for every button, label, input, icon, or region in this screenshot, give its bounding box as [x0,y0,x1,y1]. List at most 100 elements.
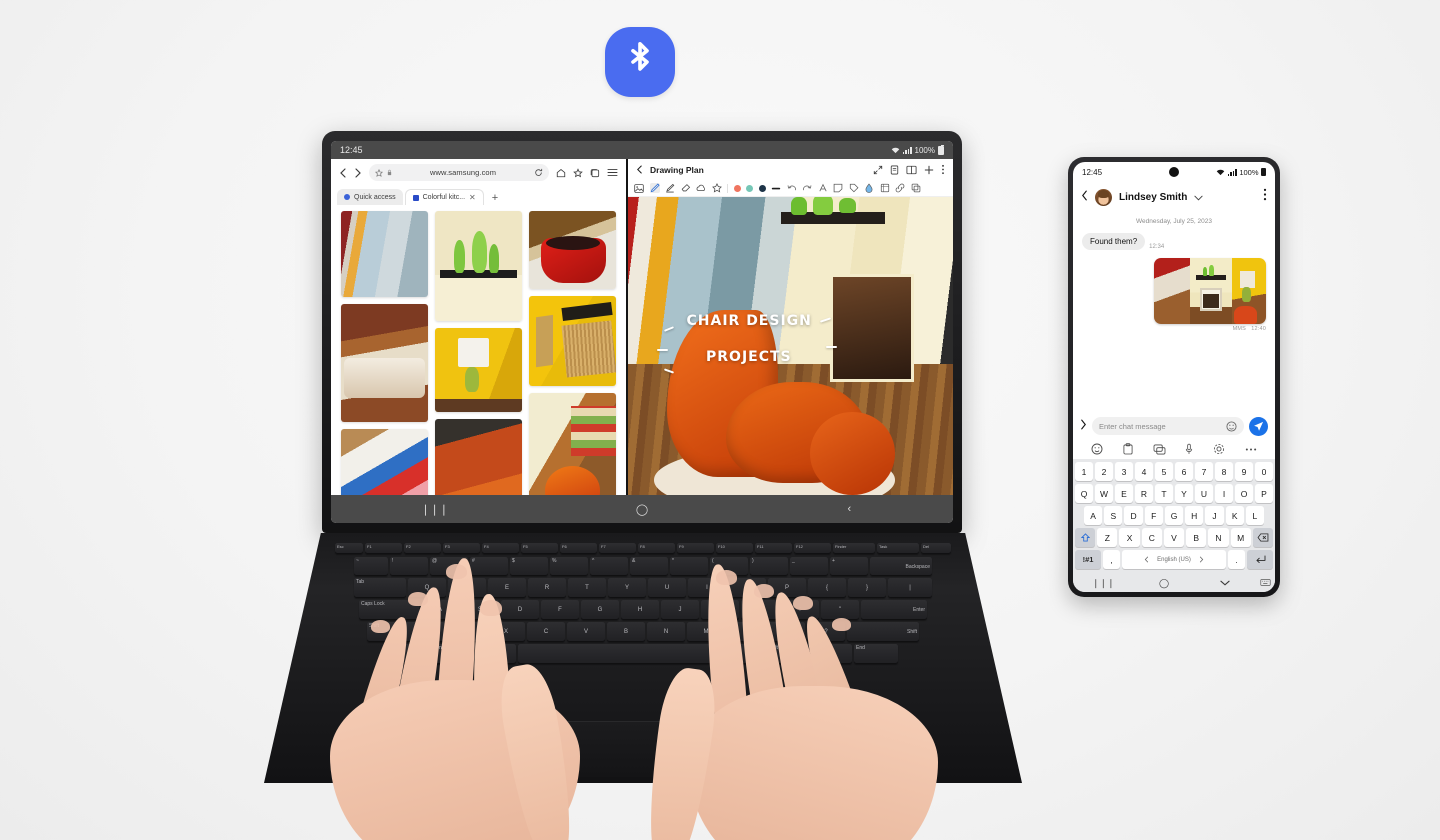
key-period[interactable]: . [1228,550,1245,569]
key-esc[interactable]: Esc [335,543,363,554]
key-f1[interactable]: F1 [365,543,402,554]
key-f8[interactable]: F8 [638,543,675,554]
expand-input-icon[interactable] [1080,417,1087,435]
color-swatch-coral[interactable] [733,184,741,192]
tabs-count-icon[interactable] [590,168,600,178]
notes-canvas[interactable]: CHAIR DESIGN PROJECTS [628,197,953,495]
key-q[interactable]: Q [1075,484,1093,503]
chevron-left-icon[interactable] [1144,556,1149,563]
key-v[interactable]: V [1163,528,1185,547]
chevron-right-icon[interactable] [1199,556,1204,563]
color-swatch-navy[interactable] [758,184,766,192]
key-n[interactable]: N [1208,528,1229,547]
backspace-icon[interactable] [1252,528,1273,547]
pen-icon[interactable] [649,183,660,193]
photo-thumbnail[interactable] [341,429,428,495]
key-8[interactable]: 8 [1215,462,1233,481]
eraser-icon[interactable] [681,183,691,193]
back-chevron-icon[interactable]: ‹ [746,503,953,515]
close-icon[interactable]: ✕ [469,193,476,202]
notes-back-icon[interactable] [636,165,643,174]
key-h[interactable]: H [621,600,659,620]
chat-input-field[interactable]: Enter chat message [1092,417,1244,435]
key-4[interactable]: 4 [1135,462,1153,481]
photo-thumbnail[interactable] [435,211,522,321]
key-f12[interactable]: F12 [794,543,831,554]
key-f3[interactable]: F3 [443,543,480,554]
more-horizontal-icon[interactable] [1245,447,1257,452]
key-l[interactable]: L [1245,506,1264,525]
more-vertical-icon[interactable] [1263,188,1267,206]
highlighter-icon[interactable] [665,183,675,193]
photo-thumbnail[interactable] [529,296,616,386]
key-task[interactable]: Task [877,543,919,554]
chat-back-icon[interactable] [1081,188,1088,206]
key-h[interactable]: H [1185,506,1204,525]
key-a[interactable]: A [1084,506,1103,525]
expand-icon[interactable] [873,165,883,175]
keyboard-icon[interactable] [1255,578,1275,588]
key-i[interactable]: I [1215,484,1233,503]
shift-icon[interactable] [1075,528,1096,547]
key-k[interactable]: K [1225,506,1244,525]
color-swatch-mint[interactable] [746,184,753,192]
plus-icon[interactable] [924,165,934,175]
emoji-icon[interactable] [1226,420,1237,432]
link-icon[interactable] [895,183,905,193]
key-5[interactable]: 5 [1155,462,1173,481]
key-f11[interactable]: F11 [755,543,792,554]
send-button[interactable] [1249,416,1268,436]
lasso-icon[interactable] [696,183,706,193]
avatar[interactable] [1095,188,1112,206]
clipboard-icon[interactable] [1123,443,1133,455]
more-vertical-icon[interactable] [941,164,945,175]
copy-icon[interactable] [911,183,921,193]
key-p[interactable]: P [1255,484,1273,503]
key-m[interactable]: M [1230,528,1251,547]
image-icon[interactable] [634,183,644,193]
hamburger-menu-icon[interactable] [607,168,618,177]
photo-thumbnail[interactable] [435,419,522,495]
mic-icon[interactable] [1185,443,1193,455]
key-w[interactable]: W [1095,484,1113,503]
browser-forward-icon[interactable] [354,167,362,178]
text-icon[interactable] [818,183,828,193]
photo-thumbnail[interactable] [529,211,616,289]
redo-icon[interactable] [802,183,812,193]
fill-icon[interactable] [864,183,874,193]
key-z[interactable]: Z [1097,528,1118,547]
note-icon[interactable] [890,165,899,175]
url-bar[interactable]: www.samsung.com [369,164,549,181]
stroke-width-icon[interactable] [771,183,781,193]
key-6[interactable]: 6 [1175,462,1193,481]
home-icon[interactable] [556,168,566,178]
key-t[interactable]: T [1155,484,1173,503]
message-bubble[interactable]: Found them? [1082,233,1146,250]
photo-thumbnail[interactable] [435,328,522,412]
key-y[interactable]: Y [1175,484,1193,503]
key-2[interactable]: 2 [1095,462,1113,481]
key-f5[interactable]: F5 [521,543,558,554]
chevron-down-icon[interactable] [1194,188,1203,206]
sticker-icon[interactable] [1153,444,1166,455]
key-g[interactable]: G [1164,506,1184,525]
mms-image[interactable] [1154,258,1266,324]
browser-back-icon[interactable] [339,167,347,178]
key-e[interactable]: E [1115,484,1133,503]
key-0[interactable]: 0 [1255,462,1273,481]
photo-thumbnail[interactable] [341,211,428,297]
browser-tab-colorful-kitchen[interactable]: Colorful kitc... ✕ [404,189,484,205]
key-finder[interactable]: Finder [833,543,875,554]
key-7[interactable]: 7 [1195,462,1213,481]
key-j[interactable]: J [1205,506,1224,525]
enter-icon[interactable] [1247,550,1273,569]
key-o[interactable]: O [1235,484,1253,503]
key-f[interactable]: F [1144,506,1163,525]
reload-icon[interactable] [534,168,543,177]
key-comma[interactable]: , [1103,550,1120,569]
key-1[interactable]: 1 [1075,462,1093,481]
key-u[interactable]: U [1195,484,1213,503]
key-f4[interactable]: F4 [482,543,519,554]
key-d[interactable]: D [1124,506,1143,525]
shapes-icon[interactable] [711,183,722,193]
